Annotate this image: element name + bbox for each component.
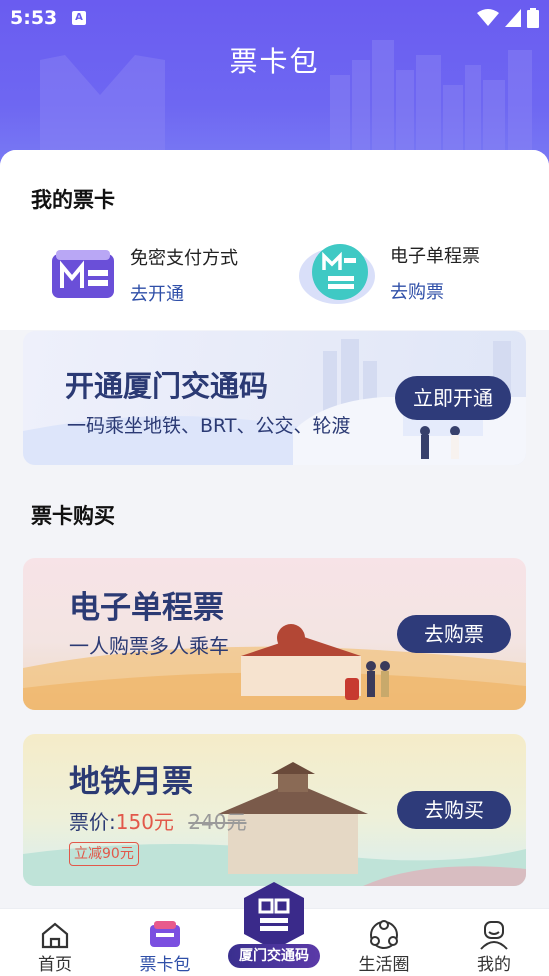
original-price: 240元 (188, 810, 247, 834)
tab-label: 票卡包 (139, 955, 191, 975)
card-item-single-ticket[interactable]: 电子单程票 去购票 (298, 240, 480, 306)
monthly-pass-price: 票价:150元 240元 (69, 806, 246, 835)
notification-a-icon: A (72, 11, 86, 25)
single-ticket-subtitle: 一人购票多人乘车 (69, 634, 229, 658)
open-link[interactable]: 去开通 (130, 280, 238, 306)
card-item-payment[interactable]: 免密支付方式 去开通 (50, 244, 238, 306)
card-m-icon (52, 250, 114, 298)
card-item-label: 免密支付方式 (130, 248, 238, 269)
status-time: 5:53 (10, 7, 58, 29)
single-ticket-title: 电子单程票 (69, 590, 224, 626)
buy-ticket-button[interactable]: 去购票 (397, 615, 511, 653)
battery-icon (527, 8, 539, 28)
promo-title: 开通厦门交通码 (65, 369, 269, 403)
monthly-pass-title: 地铁月票 (69, 764, 193, 800)
tab-life-circle[interactable]: 生活圈 (329, 909, 439, 976)
tab-label: 我的 (477, 955, 511, 975)
buy-pass-button[interactable]: 去购买 (397, 791, 511, 829)
page-title: 票卡包 (229, 45, 320, 78)
card-item-label: 电子单程票 (390, 246, 480, 267)
home-icon (41, 922, 69, 949)
status-bar: 5:53 A (0, 0, 549, 38)
discount-badge: 立减90元 (69, 842, 139, 866)
price-value: 150元 (115, 810, 174, 834)
tab-home[interactable]: 首页 (0, 909, 110, 976)
qr-code-icon (244, 882, 304, 950)
wallet-icon (150, 921, 180, 947)
buy-ticket-link[interactable]: 去购票 (390, 278, 480, 304)
tab-wallet[interactable]: 票卡包 (110, 909, 220, 976)
tab-label: 厦门交通码 (228, 944, 320, 968)
system-icons (477, 8, 539, 28)
tab-label: 首页 (38, 955, 72, 975)
section-title-purchase: 票卡购买 (31, 504, 115, 528)
token-icon (299, 244, 375, 304)
tab-mine[interactable]: 我的 (439, 909, 549, 976)
signal-icon (505, 9, 521, 27)
tab-label: 生活圈 (358, 955, 410, 975)
promo-banner[interactable]: 开通厦门交通码 一码乘坐地铁、BRT、公交、轮渡 立即开通 (23, 331, 526, 465)
activate-now-button[interactable]: 立即开通 (395, 376, 511, 420)
section-title-my-cards: 我的票卡 (31, 188, 115, 212)
monthly-pass-banner[interactable]: 地铁月票 票价:150元 240元 立减90元 去购买 (23, 734, 526, 886)
wifi-icon (477, 9, 499, 26)
single-ticket-banner[interactable]: 电子单程票 一人购票多人乘车 去购票 (23, 558, 526, 710)
profile-icon (480, 921, 508, 950)
price-label: 票价: (69, 810, 116, 834)
circle-icon (370, 920, 398, 949)
header: 5:53 A 票卡包 (0, 0, 549, 175)
promo-subtitle: 一码乘坐地铁、BRT、公交、轮渡 (67, 415, 351, 437)
